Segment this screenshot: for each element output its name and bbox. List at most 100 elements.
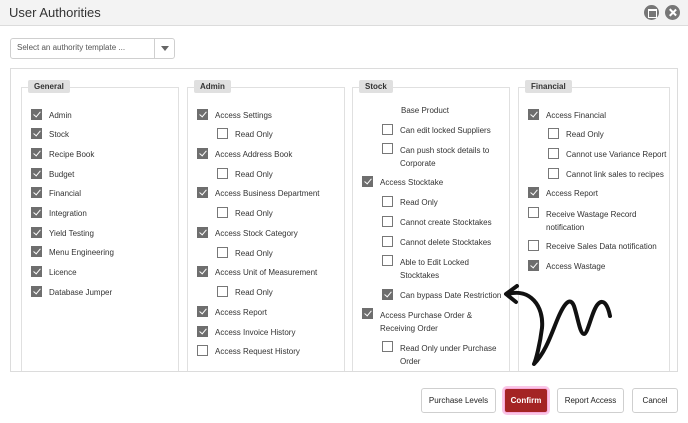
checkbox-label: Read Only xyxy=(235,249,273,258)
checkbox[interactable] xyxy=(197,148,208,159)
checkbox-label: Access Report xyxy=(546,189,599,198)
panel-general: General Admin Stock Recipe Book Budget F… xyxy=(21,80,179,371)
checkbox-label: Access Settings xyxy=(215,111,272,120)
checkbox[interactable] xyxy=(197,345,208,356)
panel-title-financial: Financial xyxy=(525,80,572,93)
close-window-icon[interactable] xyxy=(665,5,680,20)
panel-title-admin: Admin xyxy=(194,80,231,93)
authority-template-select[interactable]: Select an authority template ... xyxy=(10,38,175,59)
checkbox[interactable] xyxy=(31,286,42,297)
checkbox-label: Access Address Book xyxy=(215,150,293,159)
checkbox-label: Cannot use Variance Report xyxy=(566,150,667,159)
checkbox-label: Receive Sales Data notification xyxy=(546,242,657,251)
checkbox[interactable] xyxy=(31,109,42,120)
checkbox-label: Access Financial xyxy=(546,111,607,120)
confirm-button[interactable]: Confirm xyxy=(504,388,548,413)
checkbox[interactable] xyxy=(217,207,228,218)
checkbox-label: Read Only xyxy=(400,198,438,207)
report-access-button[interactable]: Report Access xyxy=(557,388,624,413)
checkbox[interactable] xyxy=(382,124,393,135)
checkbox[interactable] xyxy=(197,109,208,120)
checkbox-label: Read Only xyxy=(235,209,273,218)
window-titlebar: User Authorities xyxy=(0,0,688,26)
checkbox-label: Access Wastage xyxy=(546,262,606,271)
chevron-down-icon[interactable] xyxy=(154,39,174,58)
hand-drawn-arrow-icon xyxy=(504,284,612,366)
checkbox[interactable] xyxy=(217,168,228,179)
checkbox[interactable] xyxy=(217,286,228,297)
checkbox[interactable] xyxy=(31,207,42,218)
checkbox-label: Access Purchase Order & Receiving Order xyxy=(380,311,473,333)
checkbox[interactable] xyxy=(528,187,539,198)
checkbox[interactable] xyxy=(382,255,393,266)
checkbox-label: Read Only xyxy=(235,130,273,139)
checkbox[interactable] xyxy=(362,308,373,319)
restore-window-icon[interactable] xyxy=(644,5,659,20)
checkbox[interactable] xyxy=(382,341,393,352)
checkbox[interactable] xyxy=(31,128,42,139)
checkbox[interactable] xyxy=(548,168,559,179)
checkbox-label: Menu Engineering xyxy=(49,248,114,257)
checkbox-label: Access Request History xyxy=(215,347,300,356)
checkbox[interactable] xyxy=(197,326,208,337)
checkbox-label: Read Only xyxy=(235,288,273,297)
checkbox-label: Yield Testing xyxy=(49,229,94,238)
checkbox-label: Licence xyxy=(49,268,77,277)
checkbox[interactable] xyxy=(31,148,42,159)
panel-title-stock: Stock xyxy=(359,80,393,93)
panel-admin: Admin Access Settings Read Only Access A… xyxy=(187,80,345,371)
checkbox-label: Stock xyxy=(49,130,70,139)
checkbox[interactable] xyxy=(528,240,539,251)
checkbox-label: Can push stock details to Corporate xyxy=(400,146,490,168)
checkbox[interactable] xyxy=(382,216,393,227)
checkbox[interactable] xyxy=(197,266,208,277)
checkbox-label: Receive Wastage Record notification xyxy=(546,210,637,232)
checkbox[interactable] xyxy=(31,246,42,257)
checkbox[interactable] xyxy=(217,128,228,139)
checkbox[interactable] xyxy=(31,266,42,277)
panel-title-general: General xyxy=(28,80,70,93)
checkbox[interactable] xyxy=(31,168,42,179)
checkbox[interactable] xyxy=(382,196,393,207)
checkbox[interactable] xyxy=(528,109,539,120)
checkbox-label: Access Stocktake xyxy=(380,178,444,187)
checkbox-label: Admin xyxy=(49,111,72,120)
checkbox-label: Access Stock Category xyxy=(215,229,298,238)
checkbox[interactable] xyxy=(548,148,559,159)
window-title: User Authorities xyxy=(9,5,101,20)
checkbox[interactable] xyxy=(197,227,208,238)
checkbox[interactable] xyxy=(197,306,208,317)
checkbox-label: Read Only xyxy=(235,170,273,179)
checkbox-label: Database Jumper xyxy=(49,288,113,297)
checkbox-label: Read Only xyxy=(566,130,604,139)
checkbox[interactable] xyxy=(382,289,393,300)
checkbox[interactable] xyxy=(382,236,393,247)
checkbox-label: Access Invoice History xyxy=(215,328,296,337)
cancel-button[interactable]: Cancel xyxy=(632,388,678,413)
section-label: Base Product xyxy=(401,106,450,115)
checkbox-label: Recipe Book xyxy=(49,150,95,159)
checkbox-label: Cannot link sales to recipes xyxy=(566,170,664,179)
checkbox[interactable] xyxy=(528,260,539,271)
checkbox[interactable] xyxy=(362,176,373,187)
checkbox[interactable] xyxy=(382,143,393,154)
checkbox[interactable] xyxy=(548,128,559,139)
purchase-levels-button[interactable]: Purchase Levels xyxy=(421,388,496,413)
checkbox-label: Can bypass Date Restriction xyxy=(400,291,502,300)
checkbox[interactable] xyxy=(197,187,208,198)
checkbox-label: Access Business Department xyxy=(215,189,320,198)
panel-stock: Stock Base Product Can edit locked Suppl… xyxy=(352,80,510,371)
checkbox-label: Access Unit of Measurement xyxy=(215,268,318,277)
checkbox[interactable] xyxy=(31,187,42,198)
checkbox[interactable] xyxy=(31,227,42,238)
checkbox-label: Budget xyxy=(49,170,75,179)
checkbox-label: Cannot delete Stocktakes xyxy=(400,238,492,247)
authority-template-placeholder: Select an authority template ... xyxy=(17,43,126,52)
checkbox-label: Financial xyxy=(49,189,82,198)
checkbox[interactable] xyxy=(528,207,539,218)
checkbox-label: Cannot create Stocktakes xyxy=(400,218,492,227)
checkbox[interactable] xyxy=(217,247,228,258)
checkbox-label: Can edit locked Suppliers xyxy=(400,126,491,135)
checkbox-label: Integration xyxy=(49,209,87,218)
checkbox-label: Able to Edit Locked Stocktakes xyxy=(400,258,469,280)
